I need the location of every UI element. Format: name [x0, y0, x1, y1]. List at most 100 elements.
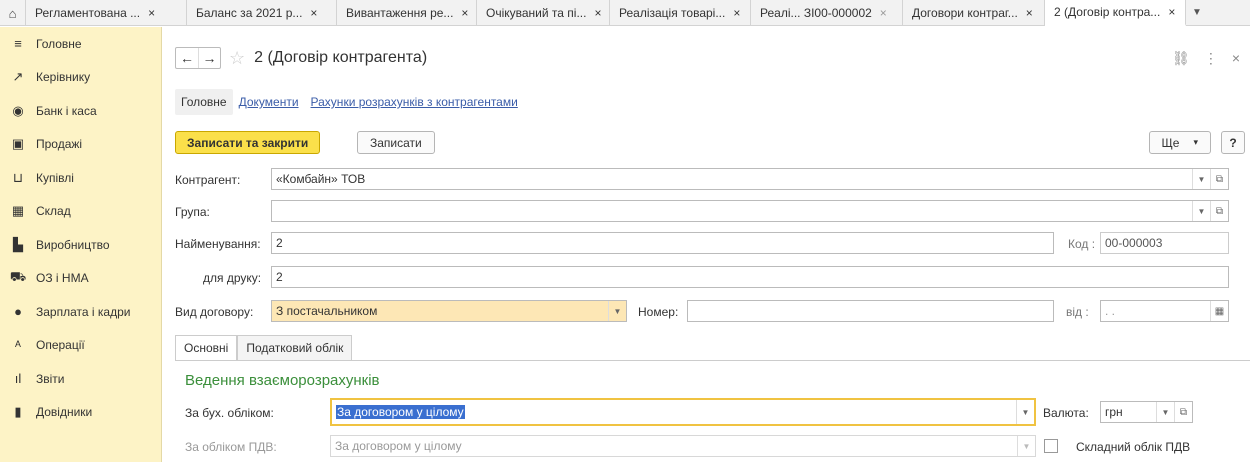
cart-icon: ⊔ [12, 169, 24, 185]
date-label: від : [1066, 305, 1089, 319]
sidebar-item-purchases[interactable]: ⊔ Купівлі [0, 161, 161, 195]
tab-sales[interactable]: Реалізація товарі... × [610, 0, 751, 26]
sidebar-item-label: Звіти [36, 371, 65, 386]
close-icon[interactable]: × [1168, 5, 1175, 19]
print-name-field[interactable]: 2 [271, 266, 1229, 288]
sidebar-item-sales[interactable]: ▣ Продажі [0, 128, 161, 162]
nav-buttons: ← → [175, 47, 221, 69]
close-icon[interactable]: × [461, 6, 468, 20]
tab-label: Баланс за 2021 р... [196, 6, 303, 20]
link-icon[interactable]: ⛓ [1172, 50, 1190, 67]
chevron-down-icon[interactable]: ▼ [1156, 402, 1174, 422]
group-label: Група: [175, 205, 210, 219]
more-menu-icon[interactable]: ⋮ [1204, 50, 1218, 67]
name-value: 2 [276, 236, 283, 250]
section-accounts[interactable]: Рахунки розрахунків з контрагентами [305, 89, 524, 115]
tab-expected[interactable]: Очікуваний та пі... × [477, 0, 610, 26]
group-field[interactable]: ▼ ⧉ [271, 200, 1229, 222]
counterparty-field[interactable]: «Комбайн» ТОВ ▼ ⧉ [271, 168, 1229, 190]
chevron-down-icon[interactable]: ▼ [1016, 400, 1034, 424]
name-field[interactable]: 2 [271, 232, 1054, 254]
complex-vat-label: Складний облік ПДВ [1076, 440, 1191, 454]
close-icon[interactable]: × [594, 6, 601, 20]
back-arrow-icon[interactable]: ← [176, 48, 198, 68]
star-icon[interactable]: ☆ [229, 48, 245, 69]
operations-icon: ᴬ [15, 337, 21, 353]
sidebar-item-manager[interactable]: ↗ Керівнику [0, 61, 161, 95]
sidebar-item-label: Головне [36, 36, 82, 51]
form-sections: Головне Документи Рахунки розрахунків з … [175, 89, 524, 115]
settlements-title: Ведення взаєморозрахунків [185, 372, 380, 389]
chevron-down-icon[interactable]: ▼ [608, 301, 626, 321]
chevron-down-icon: ▾ [1193, 137, 1198, 147]
close-icon[interactable]: × [310, 6, 317, 20]
tab-bar: ⌂ Регламентована ... × Баланс за 2021 р.… [0, 0, 1250, 26]
accounting-value: За договором у цілому [336, 405, 465, 419]
chevron-down-icon[interactable]: ▼ [1192, 201, 1210, 221]
sidebar-item-label: Зарплата і кадри [36, 304, 131, 319]
vat-select: За договором у цілому ▼ [330, 435, 1036, 457]
bag-icon: ▣ [11, 136, 25, 152]
sidebar: ≡ Головне ↗ Керівнику ◉ Банк і каса ▣ Пр… [0, 27, 162, 462]
contract-type-value: З постачальником [276, 304, 378, 318]
book-icon: ▮ [14, 404, 22, 420]
vat-label: За обліком ПДВ: [185, 440, 277, 454]
code-value: 00-000003 [1105, 236, 1163, 250]
tab-sales-doc[interactable]: Реалі... ЗІ00-000002 × [751, 0, 903, 26]
vat-value: За договором у цілому [335, 439, 462, 453]
help-button[interactable]: ? [1221, 131, 1245, 154]
save-and-close-button[interactable]: Записати та закрити [175, 131, 321, 154]
tab-contract-2[interactable]: 2 (Договір контра... × [1045, 0, 1186, 26]
complex-vat-checkbox[interactable] [1044, 439, 1058, 453]
section-documents[interactable]: Документи [233, 89, 305, 115]
tab-contracts[interactable]: Договори контраг... × [903, 0, 1045, 26]
sidebar-item-bank[interactable]: ◉ Банк і каса [0, 94, 161, 128]
open-icon[interactable]: ⧉ [1210, 169, 1228, 189]
forward-arrow-icon[interactable]: → [198, 48, 220, 68]
tab-balance[interactable]: Баланс за 2021 р... × [187, 0, 337, 26]
open-icon[interactable]: ⧉ [1210, 201, 1228, 221]
trend-icon: ↗ [12, 69, 24, 85]
home-icon[interactable]: ⌂ [0, 0, 26, 26]
sidebar-item-salary[interactable]: ● Зарплата і кадри [0, 295, 161, 329]
sidebar-item-label: Склад [36, 204, 71, 219]
section-main[interactable]: Головне [175, 89, 233, 115]
currency-label: Валюта: [1043, 406, 1089, 420]
tab-tax[interactable]: Податковий облік [237, 335, 353, 361]
sidebar-item-reports[interactable]: ıl Звіти [0, 362, 161, 396]
more-button[interactable]: Ще ▾ [1148, 131, 1211, 154]
close-icon[interactable]: × [1232, 50, 1240, 67]
tab-label: Регламентована ... [35, 6, 141, 20]
calendar-icon[interactable]: ▦ [1210, 301, 1228, 321]
sidebar-item-label: Банк і каса [36, 103, 97, 118]
close-icon[interactable]: × [148, 6, 155, 20]
sidebar-item-directories[interactable]: ▮ Довідники [0, 396, 161, 430]
code-field[interactable]: 00-000003 [1100, 232, 1229, 254]
tab-label: Реалі... ЗІ00-000002 [760, 6, 872, 20]
sidebar-item-warehouse[interactable]: ▦ Склад [0, 195, 161, 229]
factory-icon: ▙ [13, 236, 23, 252]
sidebar-item-production[interactable]: ▙ Виробництво [0, 228, 161, 262]
page-title: 2 (Договір контрагента) [254, 49, 428, 66]
date-field[interactable]: . . ▦ [1100, 300, 1229, 322]
sidebar-item-label: Виробництво [36, 237, 110, 252]
tab-main[interactable]: Основні [175, 335, 238, 361]
number-field[interactable] [687, 300, 1054, 322]
chevron-down-icon[interactable]: ▼ [1192, 169, 1210, 189]
currency-select[interactable]: грн ▼ ⧉ [1100, 401, 1193, 423]
bar-chart-icon: ıl [14, 371, 22, 387]
close-icon[interactable]: × [1026, 6, 1033, 20]
close-icon[interactable]: × [880, 6, 887, 20]
tabs-dropdown-icon[interactable]: ▼ [1186, 0, 1208, 25]
tab-reglamented[interactable]: Регламентована ... × [26, 0, 187, 26]
sidebar-item-operations[interactable]: ᴬ Операції [0, 329, 161, 363]
tab-label: Вивантаження ре... [346, 6, 454, 20]
sidebar-item-assets[interactable]: ⛟ ОЗ і НМА [0, 262, 161, 296]
contract-type-select[interactable]: З постачальником ▼ [271, 300, 627, 322]
sidebar-item-main[interactable]: ≡ Головне [0, 27, 161, 61]
tab-export[interactable]: Вивантаження ре... × [337, 0, 477, 26]
save-button[interactable]: Записати [357, 131, 435, 154]
open-icon[interactable]: ⧉ [1174, 402, 1192, 422]
accounting-select[interactable]: За договором у цілому ▼ [330, 398, 1036, 426]
close-icon[interactable]: × [733, 6, 740, 20]
